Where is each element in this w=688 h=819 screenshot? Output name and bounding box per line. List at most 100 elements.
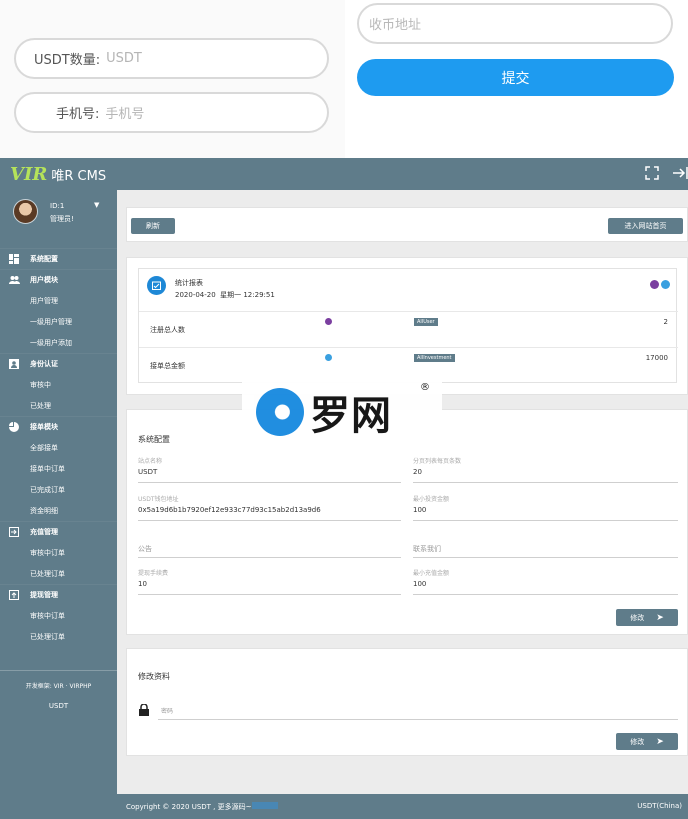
tuning-icon[interactable] <box>650 280 659 289</box>
lock-icon <box>139 701 149 720</box>
field-underline <box>138 520 401 521</box>
sidebar-item-label: 系统配置 <box>30 255 58 263</box>
stat-row-investment: 接单总金额 AllInvestment 17000 <box>139 347 678 383</box>
receive-address-input[interactable]: 收币地址 <box>369 14 421 33</box>
settings-title: 系统配置 <box>138 435 170 444</box>
sidebar-item-withdraw-processed[interactable]: 已处理订单 <box>0 626 117 647</box>
stat-value: 17000 <box>645 354 668 362</box>
logo-text: 唯R CMS <box>51 169 107 184</box>
sidebar-item-withdraw-reviewing[interactable]: 审核中订单 <box>0 605 117 626</box>
receive-address-field[interactable]: 收币地址 <box>357 3 673 44</box>
field-underline <box>138 557 401 558</box>
field-underline <box>138 482 401 483</box>
mobile-form-section: USDT数量: USDT 手机号: 手机号 收币地址 提交 <box>0 0 688 158</box>
sidebar-item-identity[interactable]: 身份认证 <box>0 353 117 374</box>
sidebar-item-system-config[interactable]: 系统配置 <box>0 248 117 269</box>
password-input[interactable]: 密码 <box>161 706 173 715</box>
refresh-icon[interactable] <box>661 280 670 289</box>
watermark-registered: ® <box>420 382 430 393</box>
upload-box-icon <box>9 590 19 603</box>
sidebar-item-recharge[interactable]: 充值管理 <box>0 521 117 542</box>
mobile-submit-button[interactable]: 提交 <box>357 59 674 96</box>
sidebar-item-label: 身份认证 <box>30 360 58 368</box>
stats-box: 统计报表 2020-04-20 星期一 12:29:51 注册总人数 AllUs… <box>138 268 678 383</box>
sidebar-item-processed[interactable]: 已处理 <box>0 395 117 416</box>
sidebar-item-funds[interactable]: 资金明细 <box>0 500 117 521</box>
sidebar-item-user-manage[interactable]: 用户管理 <box>0 290 117 311</box>
contact-input[interactable]: 联系我们 <box>413 544 441 554</box>
min-invest-label: 最小投资金额 <box>413 496 450 503</box>
sidebar-item-recharge-processed[interactable]: 已处理订单 <box>0 563 117 584</box>
field-underline <box>413 520 678 521</box>
field-underline <box>158 719 678 720</box>
phone-label: 手机号: <box>56 107 100 122</box>
pie-icon <box>9 422 19 435</box>
sidebar-item-level1-manage[interactable]: 一级用户管理 <box>0 311 117 332</box>
source-link[interactable] <box>252 802 278 809</box>
sidebar-footer: 开发框架: VIR · VIRPHP USDT <box>0 670 117 710</box>
fee-label: 提现手续费 <box>138 570 169 577</box>
site-name-input[interactable]: USDT <box>138 468 157 476</box>
sidebar-item-user-module[interactable]: 用户模块 <box>0 269 117 290</box>
settings-submit-button[interactable]: 修改 ➤ <box>616 609 678 626</box>
stat-label: 接单总金额 <box>150 362 185 370</box>
profile-title: 修改资料 <box>138 672 170 681</box>
notice-input[interactable]: 公告 <box>138 544 152 554</box>
page-size-label: 分页列表每页条数 <box>413 458 462 465</box>
fee-input[interactable]: 10 <box>138 580 147 588</box>
phone-field[interactable]: 手机号: 手机号 <box>14 92 329 133</box>
sidebar-item-done-orders[interactable]: 已完成订单 <box>0 479 117 500</box>
sidebar-item-all-orders[interactable]: 全部接单 <box>0 437 117 458</box>
stat-label: 注册总人数 <box>150 326 185 334</box>
refresh-icon <box>325 354 332 361</box>
profile-submit-button[interactable]: 修改 ➤ <box>616 733 678 750</box>
avatar <box>13 199 38 224</box>
main-content: 刷新 进入网站首页 统计报表 2020-04-20 星期一 12:29:51 注… <box>117 190 688 793</box>
watermark-logo-icon <box>256 388 304 436</box>
logo-mark: VIR <box>10 164 48 185</box>
stat-tag: AllInvestment <box>414 354 455 362</box>
sidebar-item-withdraw[interactable]: 提现管理 <box>0 584 117 605</box>
min-invest-input[interactable]: 100 <box>413 506 426 514</box>
field-underline <box>138 594 401 595</box>
users-icon <box>9 275 20 288</box>
usdt-amount-input[interactable]: USDT <box>106 51 142 66</box>
stats-title: 统计报表 <box>175 279 203 287</box>
usdt-amount-label: USDT数量: <box>34 53 101 68</box>
logout-icon[interactable] <box>672 166 688 184</box>
refresh-button[interactable]: 刷新 <box>131 218 175 234</box>
usdt-amount-field[interactable]: USDT数量: USDT <box>14 38 329 79</box>
sidebar-item-level1-add[interactable]: 一级用户添加 <box>0 332 117 353</box>
fullscreen-icon[interactable] <box>645 166 659 184</box>
stats-datetime: 2020-04-20 星期一 12:29:51 <box>175 291 275 299</box>
sidebar-item-recharge-reviewing[interactable]: 审核中订单 <box>0 542 117 563</box>
site-home-button[interactable]: 进入网站首页 <box>608 218 683 234</box>
user-id: ID:1 <box>50 202 65 210</box>
sidebar-item-label: 接单模块 <box>30 423 58 431</box>
field-underline <box>413 482 678 483</box>
wallet-input[interactable]: 0x5a19d6b1b7920ef12e933c77d93c15ab2d13a9… <box>138 506 321 514</box>
sidebar-nav: 系统配置 用户模块 用户管理 一级用户管理 一级用户添加 身份认证 审核中 已处… <box>0 248 117 647</box>
tuning-icon <box>325 318 332 325</box>
send-icon: ➤ <box>656 736 664 747</box>
sidebar: ID:1 管理员! ▼ 系统配置 用户模块 用户管理 一级用户管理 一级用户添加 <box>0 190 117 819</box>
phone-input[interactable]: 手机号 <box>105 103 144 122</box>
caret-down-icon[interactable]: ▼ <box>94 201 99 209</box>
profile-card: 修改资料 密码 修改 ➤ <box>126 648 688 756</box>
user-panel[interactable]: ID:1 管理员! ▼ <box>0 190 117 234</box>
wallet-label: USDT钱包地址 <box>138 496 179 503</box>
sidebar-item-reviewing[interactable]: 审核中 <box>0 374 117 395</box>
site-name-label: 站点名称 <box>138 458 163 465</box>
settings-card: 系统配置 站点名称 USDT 分页列表每页条数 20 USDT钱包地址 0x5a… <box>126 409 688 635</box>
send-icon: ➤ <box>656 612 664 623</box>
calendar-check-icon <box>147 276 166 295</box>
sidebar-item-order-module[interactable]: 接单模块 <box>0 416 117 437</box>
min-recharge-input[interactable]: 100 <box>413 580 426 588</box>
id-card-icon <box>9 359 19 372</box>
page-size-input[interactable]: 20 <box>413 468 422 476</box>
field-underline <box>413 594 678 595</box>
user-role: 管理员! <box>50 215 74 223</box>
sidebar-item-label: 提现管理 <box>30 591 58 599</box>
cms-admin: VIR 唯R CMS ID:1 管理员! ▼ 系统配置 用户模块 用户管理 一级… <box>0 158 688 819</box>
sidebar-item-active-orders[interactable]: 接单中订单 <box>0 458 117 479</box>
